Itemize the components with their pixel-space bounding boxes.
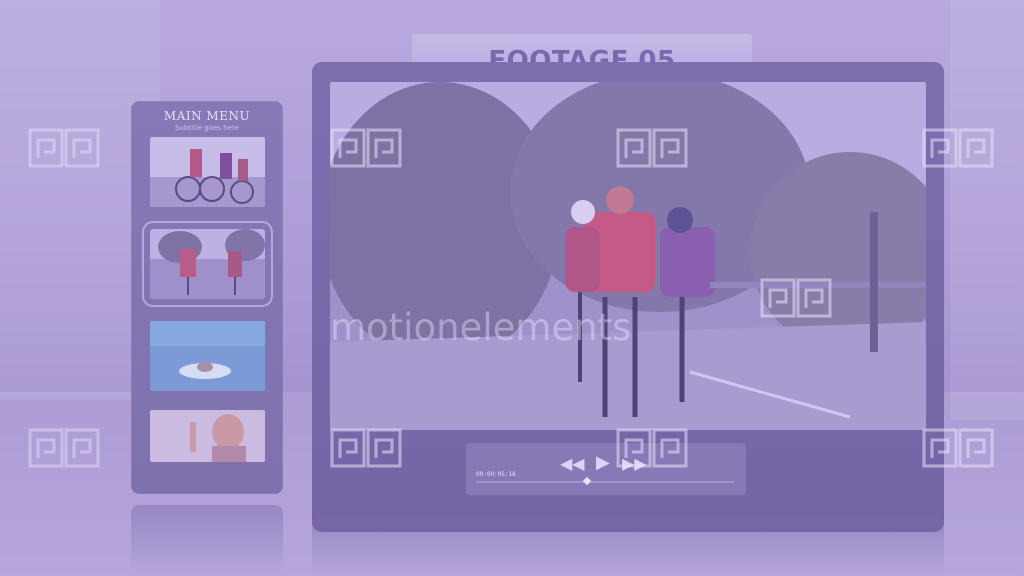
watermark-logo-icon	[28, 428, 100, 468]
progress-knob[interactable]	[582, 476, 592, 486]
watermark-text: motionelements	[330, 306, 632, 349]
watermark-logo-icon	[616, 428, 688, 468]
timecode-display: 00:00:05:18	[476, 471, 516, 478]
playback-controls: ◀◀ ▶ ▶▶ 00:00:05:18	[466, 443, 746, 495]
thumbnail-swimmer[interactable]	[150, 321, 265, 391]
watermark-logo-icon	[760, 278, 832, 318]
watermark-logo-icon	[922, 128, 994, 168]
rewind-icon[interactable]: ◀◀	[560, 456, 585, 472]
background-panel-right	[950, 0, 1024, 420]
watermark-logo-icon	[922, 428, 994, 468]
stage: FOOTAGE 05 MAIN MENU Subtitle goes here	[0, 0, 1024, 576]
main-menu-subtitle: Subtitle goes here	[175, 124, 239, 132]
progress-bar[interactable]	[476, 476, 734, 486]
watermark-logo-icon	[28, 128, 100, 168]
main-menu-title: MAIN MENU	[163, 109, 251, 123]
menu-reflection	[131, 505, 283, 575]
player-reflection	[312, 515, 944, 575]
watermark-logo-icon	[330, 428, 402, 468]
play-icon[interactable]: ▶	[596, 454, 610, 472]
thumbnail-man-pointing[interactable]	[150, 410, 265, 462]
thumbnail-cyclists-road[interactable]	[142, 221, 273, 307]
thumbnail-cyclists-group[interactable]	[150, 137, 265, 207]
watermark-logo-icon	[330, 128, 402, 168]
watermark-logo-icon	[616, 128, 688, 168]
